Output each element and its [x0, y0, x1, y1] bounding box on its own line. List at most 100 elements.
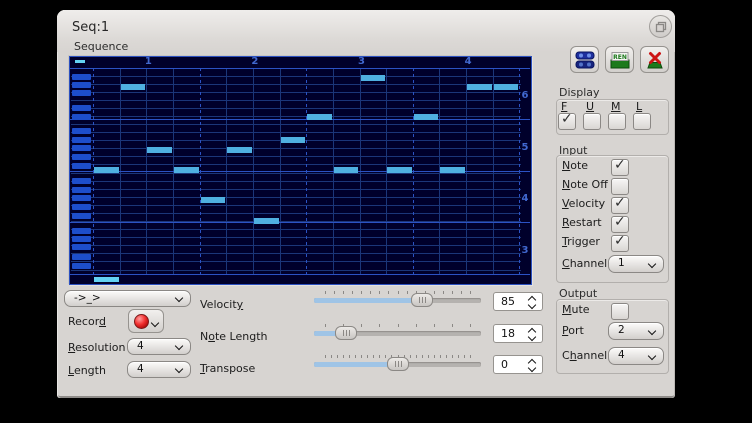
- duplicate-button[interactable]: [570, 46, 599, 73]
- beat-boundary-line: [413, 68, 414, 274]
- keyboard-mark: [72, 163, 91, 169]
- slider-tick: [398, 324, 399, 327]
- note-bar[interactable]: [94, 167, 119, 173]
- sequence-display[interactable]: 12346543: [69, 56, 532, 285]
- port-label: Port: [562, 324, 584, 337]
- octave-label: 3: [519, 245, 531, 256]
- slider-tick: [343, 291, 344, 294]
- grid-row-line: [71, 156, 521, 157]
- chevron-down-icon: [175, 294, 183, 302]
- slider-fill: [314, 298, 422, 303]
- keyboard-mark: [72, 228, 91, 234]
- slider-tick: [464, 355, 465, 358]
- note-bar[interactable]: [494, 84, 519, 90]
- transpose-slider[interactable]: [314, 354, 481, 372]
- slider-tick: [352, 291, 353, 294]
- octave-label: 5: [519, 142, 531, 153]
- slider-tick: [361, 291, 362, 294]
- slider-tick: [428, 355, 429, 358]
- keyboard-mark: [72, 204, 91, 210]
- sequence-group-label: Sequence: [74, 40, 128, 53]
- display-m-checkbox[interactable]: [608, 113, 626, 130]
- grid-row-line: [71, 100, 521, 101]
- note-bar[interactable]: [227, 147, 252, 153]
- slider-fill: [314, 362, 398, 367]
- note-label: Note: [562, 159, 588, 172]
- rename-button[interactable]: REN: [605, 46, 634, 73]
- keyboard-mark: [72, 263, 91, 269]
- note-bar[interactable]: [467, 84, 492, 90]
- record-label: Record: [68, 315, 106, 328]
- note-bar[interactable]: [121, 84, 146, 90]
- note-bar[interactable]: [361, 75, 386, 81]
- spin-down-icon[interactable]: [528, 333, 536, 341]
- velocity-input-label: Velocity: [562, 197, 605, 210]
- velocity-spinbox[interactable]: 85: [493, 292, 543, 311]
- note-bar[interactable]: [414, 114, 439, 120]
- input-channel-combobox[interactable]: 1: [608, 255, 664, 273]
- transpose-spinbox[interactable]: 0: [493, 355, 543, 374]
- note-bar[interactable]: [281, 137, 306, 143]
- port-combobox[interactable]: 2: [608, 322, 664, 340]
- record-button[interactable]: [128, 309, 164, 333]
- resolution-combobox[interactable]: 4: [127, 338, 191, 355]
- slider-tick: [370, 291, 371, 294]
- spin-down-icon[interactable]: [528, 364, 536, 372]
- slider-tick: [470, 355, 471, 358]
- trigger-label: Trigger: [562, 235, 600, 248]
- note-bar[interactable]: [147, 147, 172, 153]
- slider-tick: [434, 355, 435, 358]
- note-bar[interactable]: [334, 167, 359, 173]
- grid-row-line: [71, 245, 521, 246]
- keyboard-mark: [72, 137, 91, 143]
- display-u-checkbox[interactable]: [583, 113, 601, 130]
- note-bar[interactable]: [174, 167, 199, 173]
- slider-handle[interactable]: [387, 357, 409, 371]
- restart-checkbox[interactable]: [611, 216, 629, 233]
- mute-checkbox[interactable]: [611, 303, 629, 320]
- note-length-label: Note Length: [200, 330, 268, 343]
- octave-line: [70, 68, 530, 69]
- slider-handle[interactable]: [411, 293, 433, 307]
- note-off-checkbox[interactable]: [611, 178, 629, 195]
- delete-button[interactable]: [640, 46, 669, 73]
- trigger-checkbox[interactable]: [611, 235, 629, 252]
- note-bar[interactable]: [307, 114, 332, 120]
- keyboard-mark: [72, 105, 91, 111]
- grid-row-line: [71, 132, 521, 133]
- restart-label: Restart: [562, 216, 602, 229]
- slider-tick: [349, 355, 350, 358]
- grid-row-line: [71, 261, 521, 262]
- loop-marker[interactable]: [75, 60, 85, 63]
- slider-handle[interactable]: [335, 326, 357, 340]
- display-option-m-label: M: [611, 100, 621, 113]
- display-option-u-label: U: [586, 100, 594, 113]
- grid-row-line: [71, 92, 521, 93]
- velocity-input-checkbox[interactable]: [611, 197, 629, 214]
- keyboard-mark: [72, 74, 91, 80]
- spin-down-icon[interactable]: [528, 301, 536, 309]
- record-led-icon: [134, 314, 149, 329]
- slider-tick: [452, 355, 453, 358]
- note-length-spinbox[interactable]: 18: [493, 324, 543, 343]
- keyboard-mark: [72, 178, 91, 184]
- length-combobox[interactable]: 4: [127, 361, 191, 378]
- loop-mode-combobox[interactable]: ->_>: [64, 290, 191, 307]
- note-bar[interactable]: [201, 197, 226, 203]
- rename-icon: REN: [610, 51, 630, 69]
- keyboard-mark: [72, 254, 91, 260]
- note-bar[interactable]: [387, 167, 412, 173]
- display-f-checkbox[interactable]: [558, 113, 576, 130]
- output-channel-combobox[interactable]: 4: [608, 347, 664, 365]
- keyboard-mark: [72, 236, 91, 242]
- slider-tick: [367, 355, 368, 358]
- note-bar[interactable]: [440, 167, 465, 173]
- note-length-slider[interactable]: [314, 323, 481, 341]
- chevron-down-icon: [151, 319, 159, 327]
- note-bar[interactable]: [254, 218, 279, 224]
- restore-window-button[interactable]: [649, 15, 672, 38]
- velocity-slider[interactable]: [314, 290, 481, 308]
- display-l-checkbox[interactable]: [633, 113, 651, 130]
- note-checkbox[interactable]: [611, 159, 629, 176]
- slider-tick: [470, 291, 471, 294]
